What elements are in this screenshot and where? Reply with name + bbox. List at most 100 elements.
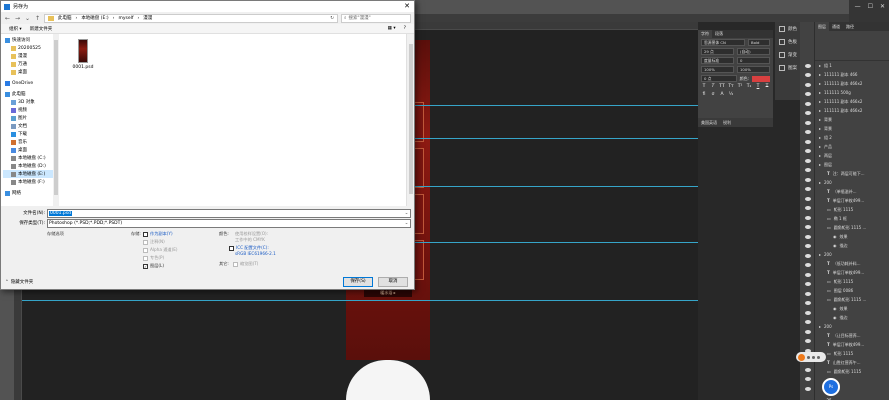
eye-icon[interactable] <box>805 386 811 391</box>
tab-paragraph[interactable]: 段落 <box>712 30 726 38</box>
eye-icon[interactable] <box>805 320 811 324</box>
eye-icon[interactable] <box>805 272 811 277</box>
leading-field[interactable]: (自动) <box>737 48 770 55</box>
tree-item[interactable]: 桌面 <box>3 68 57 76</box>
eye-icon[interactable] <box>805 111 811 115</box>
eye-icon[interactable] <box>805 244 811 248</box>
eye-icon[interactable] <box>805 301 811 305</box>
eye-icon[interactable] <box>805 234 811 239</box>
tree-item[interactable]: 3D 对象 <box>3 98 57 106</box>
eye-icon[interactable] <box>805 253 811 258</box>
tree-item[interactable]: 漫漫 <box>3 52 57 60</box>
recent-chevron-icon[interactable]: ⌄ <box>24 15 31 22</box>
tree-item[interactable]: 本地磁盘 (D:) <box>3 162 57 170</box>
tracking-field[interactable]: 0 <box>737 57 770 64</box>
layer-row[interactable]: ▸ 111111 500g <box>815 88 889 97</box>
tab-character[interactable]: 字符 <box>698 30 712 38</box>
eye-icon[interactable] <box>805 196 811 201</box>
vertical-scale-field[interactable]: 100% <box>701 66 734 73</box>
help-button[interactable]: ? <box>404 26 406 31</box>
chevron-down-icon[interactable]: ⌄ <box>403 211 410 216</box>
tree-item[interactable]: 本地磁盘 (E:) <box>3 170 57 178</box>
floating-badge[interactable]: Ps 25... <box>822 378 840 400</box>
layer-row[interactable]: ▸ 111111 副本 466x2 <box>815 106 889 115</box>
tab-layers[interactable]: 图层 <box>815 22 829 31</box>
save-button[interactable]: 保存(S) <box>343 277 373 287</box>
font-family-select[interactable]: 思源黑体 CN <box>701 39 745 46</box>
layer-row[interactable]: ◉ 描边 <box>815 241 889 250</box>
tab-paths[interactable]: 路径 <box>843 22 857 31</box>
tree-item[interactable]: 此电脑 <box>3 90 57 98</box>
layer-row[interactable]: ▸ 两层 <box>815 151 889 160</box>
layer-row[interactable]: ◉ 效果 <box>815 304 889 313</box>
antialias-select[interactable]: 锐利 <box>723 120 731 126</box>
eye-icon[interactable] <box>805 339 811 343</box>
eye-icon[interactable] <box>805 377 811 381</box>
tree-item[interactable]: 音乐 <box>3 138 57 146</box>
eye-icon[interactable] <box>805 367 811 372</box>
eye-icon[interactable] <box>805 120 811 125</box>
layer-row[interactable]: ▸ 200 <box>815 178 889 187</box>
tree-item[interactable]: 桌面 <box>3 146 57 154</box>
layer-row[interactable]: ▭ 圆角矩形 1115 ... <box>815 295 889 304</box>
up-arrow-icon[interactable]: ↑ <box>34 15 41 22</box>
faux-bold-icon[interactable]: T <box>701 84 707 90</box>
as-copy-checkbox[interactable] <box>143 231 148 237</box>
layer-row[interactable]: ▸ 产品 <box>815 142 889 151</box>
layer-row[interactable]: ▭ 图层 0086 <box>815 286 889 295</box>
breadcrumb-item[interactable]: 本地磁盘 (E:) <box>81 15 108 21</box>
tree-item[interactable]: 图片 <box>3 114 57 122</box>
faux-italic-icon[interactable]: T <box>710 84 716 90</box>
view-options-button[interactable]: ▦ ▾ <box>388 26 396 31</box>
horizontal-scale-field[interactable]: 100% <box>737 66 770 73</box>
eye-icon[interactable] <box>805 225 811 229</box>
eye-icon[interactable] <box>805 92 811 96</box>
eye-icon[interactable] <box>805 63 811 68</box>
eye-icon[interactable] <box>805 206 811 210</box>
eye-icon[interactable] <box>805 158 811 163</box>
back-arrow-icon[interactable]: ← <box>4 15 11 22</box>
tree-item[interactable]: 文档 <box>3 122 57 130</box>
breadcrumb-item[interactable]: 漫漫 <box>143 15 152 21</box>
floating-toolbar[interactable] <box>796 352 826 362</box>
close-button[interactable]: ✕ <box>400 1 414 12</box>
text-color-swatch[interactable] <box>752 75 770 82</box>
tree-item[interactable]: 20200525 <box>3 44 57 52</box>
tree-item[interactable]: 本地磁盘 (C:) <box>3 154 57 162</box>
file-item[interactable]: 0001.psd <box>71 39 95 70</box>
all-caps-icon[interactable]: TT <box>719 84 725 90</box>
layer-row[interactable]: T 单层汀单枚499... <box>815 196 889 205</box>
as-copy-option[interactable]: 作为副本(Y) <box>143 231 173 237</box>
layer-row[interactable]: ▭ 矩形 1115 <box>815 349 889 358</box>
kerning-field[interactable]: 度量标准 <box>701 57 734 64</box>
eye-icon[interactable] <box>805 263 811 267</box>
eye-icon[interactable] <box>805 82 811 87</box>
tree-item[interactable]: 本地磁盘 (F:) <box>3 178 57 186</box>
eye-icon[interactable] <box>805 177 811 182</box>
layer-row[interactable]: ▸ 200 <box>815 322 889 331</box>
organize-button[interactable]: 组织 ▾ <box>9 26 22 32</box>
language-select[interactable]: 美国英语 <box>701 120 717 126</box>
eye-icon[interactable] <box>805 187 811 191</box>
layer-row[interactable]: ▭ 圆角矩形 1115 ... <box>815 223 889 232</box>
hide-folders-toggle[interactable]: ⌃ 隐藏文件夹 <box>5 279 33 286</box>
address-bar[interactable]: 此电脑 › 本地磁盘 (E:) › myself › 漫漫 ↻ <box>44 13 338 23</box>
layer-row[interactable]: ▸ 组 2 <box>815 133 889 142</box>
breadcrumb-item[interactable]: myself <box>118 16 133 21</box>
strikethrough-icon[interactable]: T <box>764 84 770 90</box>
tree-item[interactable]: 网络 <box>3 189 57 197</box>
eye-icon[interactable] <box>805 139 811 144</box>
layer-row[interactable]: ▸ 组 1 <box>815 61 889 70</box>
layer-row[interactable]: ▭ 圆角矩形 1115 <box>815 367 889 376</box>
tree-item[interactable]: 万通 <box>3 60 57 68</box>
layer-row[interactable]: T 山胜红营养午... <box>815 358 889 367</box>
ordinal-icon[interactable]: σ <box>710 92 716 98</box>
eye-icon[interactable] <box>805 149 811 153</box>
eye-icon[interactable] <box>805 291 811 296</box>
eye-icon[interactable] <box>805 73 811 77</box>
filename-input[interactable]: 0001.psd ⌄ <box>47 208 411 218</box>
layer-row[interactable]: ◉ 效果 <box>815 232 889 241</box>
tree-item[interactable]: 快速访问 <box>3 36 57 44</box>
layer-row[interactable]: ◉ 描边 <box>815 313 889 322</box>
refresh-icon[interactable]: ↻ <box>330 16 334 21</box>
